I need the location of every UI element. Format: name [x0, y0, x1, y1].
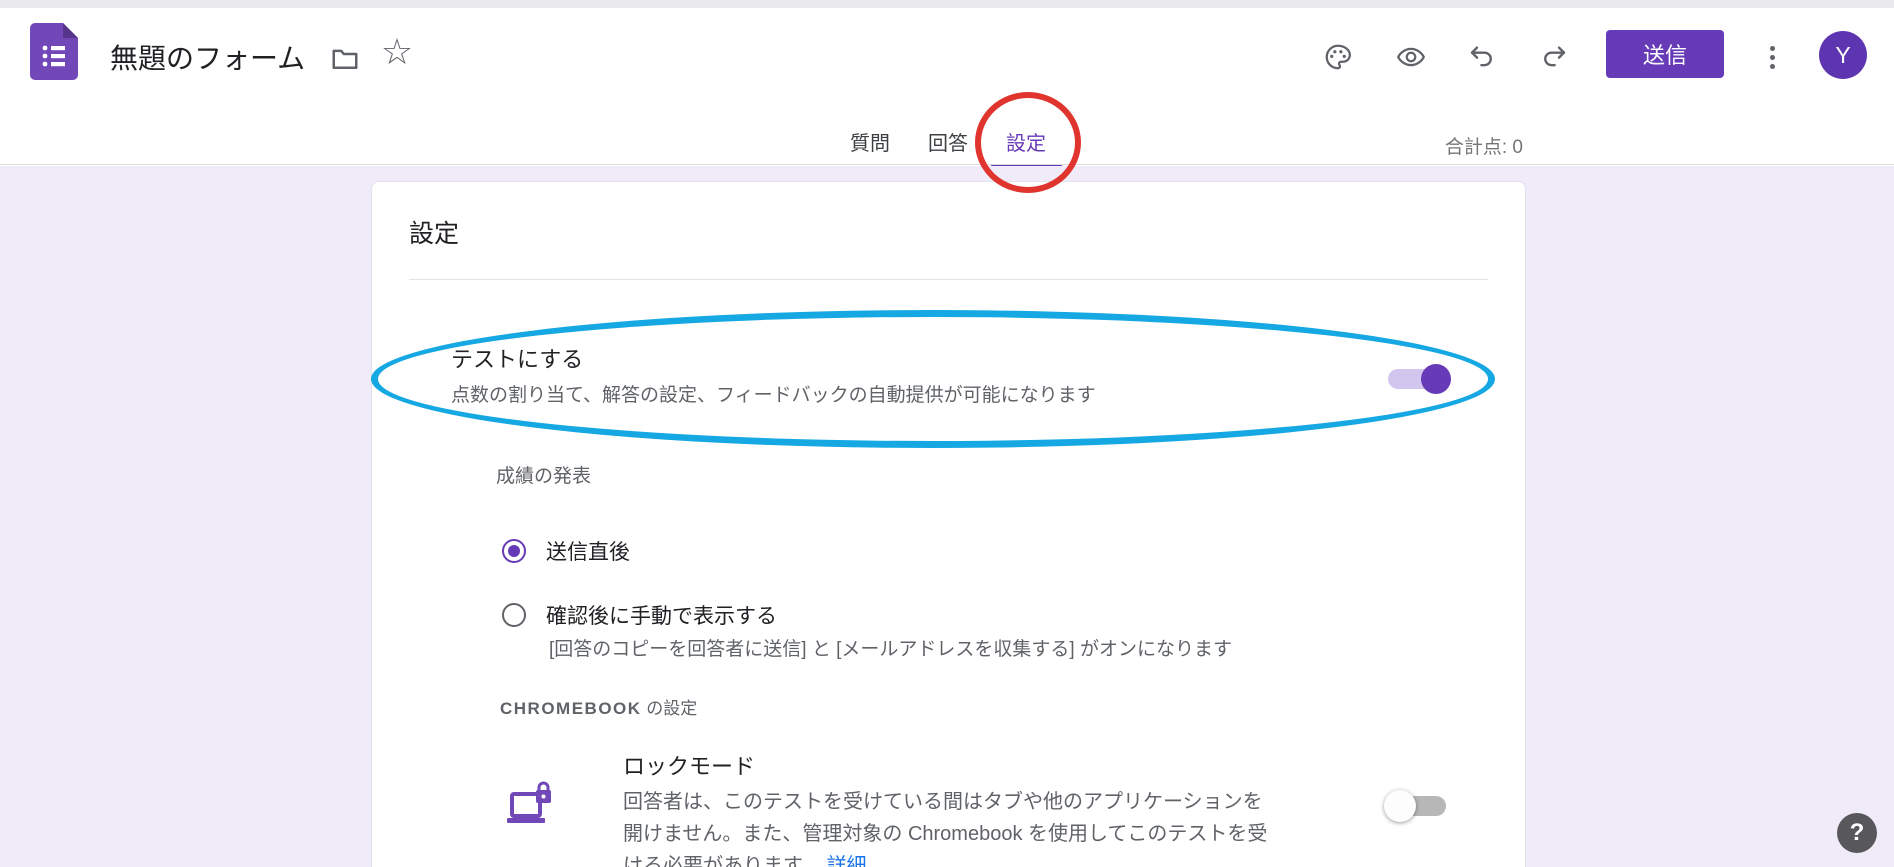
- toggle-knob: [1421, 364, 1451, 394]
- radio-label-immediate: 送信直後: [546, 536, 630, 566]
- lock-mode-title: ロックモード: [623, 749, 755, 781]
- quiz-toggle-title: テストにする: [451, 342, 583, 374]
- learn-more-link[interactable]: 詳細: [827, 855, 867, 867]
- form-title[interactable]: 無題のフォーム: [110, 37, 305, 77]
- undo-icon[interactable]: [1465, 40, 1499, 74]
- quiz-toggle-switch-on[interactable]: [1388, 369, 1449, 389]
- move-to-folder-icon[interactable]: [328, 42, 362, 76]
- app-header: 無題のフォーム ☆ 送信 Y 質問 回答 設定 合計点: 0: [0, 8, 1894, 165]
- radio-label-manual: 確認後に手動で表示する: [546, 600, 777, 630]
- more-options-icon[interactable]: [1757, 39, 1787, 75]
- radio-button-unselected-icon[interactable]: [502, 603, 526, 627]
- radio-option-immediate[interactable]: 送信直後: [502, 536, 630, 566]
- toggle-knob: [1384, 790, 1416, 822]
- lock-mode-description-line1: 回答者は、このテストを受けている間はタブや他のアプリケーションを: [623, 786, 1267, 818]
- help-icon[interactable]: ?: [1837, 813, 1877, 853]
- account-avatar[interactable]: Y: [1819, 31, 1867, 79]
- tab-answers[interactable]: 回答: [928, 127, 968, 156]
- google-forms-logo-icon[interactable]: [30, 23, 78, 80]
- lock-mode-toggle-switch-off[interactable]: [1388, 796, 1446, 816]
- lock-mode-description-line3: ける必要があります。 詳細: [623, 850, 1267, 867]
- radio-option-manual[interactable]: 確認後に手動で表示する: [502, 600, 777, 630]
- settings-card: 設定 テストにする 点数の割り当て、解答の設定、フィードバックの自動提供が可能に…: [371, 181, 1526, 867]
- chromebook-settings-label: CHROMEBOOK の設定: [500, 694, 697, 719]
- browser-top-strip: [0, 0, 1894, 8]
- grade-release-label: 成績の発表: [496, 461, 591, 488]
- star-icon[interactable]: ☆: [380, 35, 414, 69]
- divider: [409, 279, 1488, 280]
- tab-questions[interactable]: 質問: [850, 127, 890, 156]
- settings-heading: 設定: [409, 214, 459, 250]
- send-button[interactable]: 送信: [1606, 30, 1724, 78]
- theme-palette-icon[interactable]: [1321, 40, 1355, 74]
- radio-button-selected-icon[interactable]: [502, 539, 526, 563]
- lock-mode-description-line2: 開けません。また、管理対象の Chromebook を使用してこのテストを受: [623, 818, 1267, 850]
- radio-manual-description: [回答のコピーを回答者に送信] と [メールアドレスを収集する] がオンになりま…: [549, 634, 1232, 661]
- preview-eye-icon[interactable]: [1394, 40, 1428, 74]
- lock-mode-description: 回答者は、このテストを受けている間はタブや他のアプリケーションを 開けません。ま…: [623, 786, 1267, 867]
- laptop-lock-icon: [506, 780, 556, 834]
- quiz-toggle-description: 点数の割り当て、解答の設定、フィードバックの自動提供が可能になります: [451, 380, 1096, 407]
- redo-icon[interactable]: [1537, 40, 1571, 74]
- total-points-label: 合計点: 0: [1398, 132, 1523, 159]
- tab-settings[interactable]: 設定: [1006, 127, 1046, 156]
